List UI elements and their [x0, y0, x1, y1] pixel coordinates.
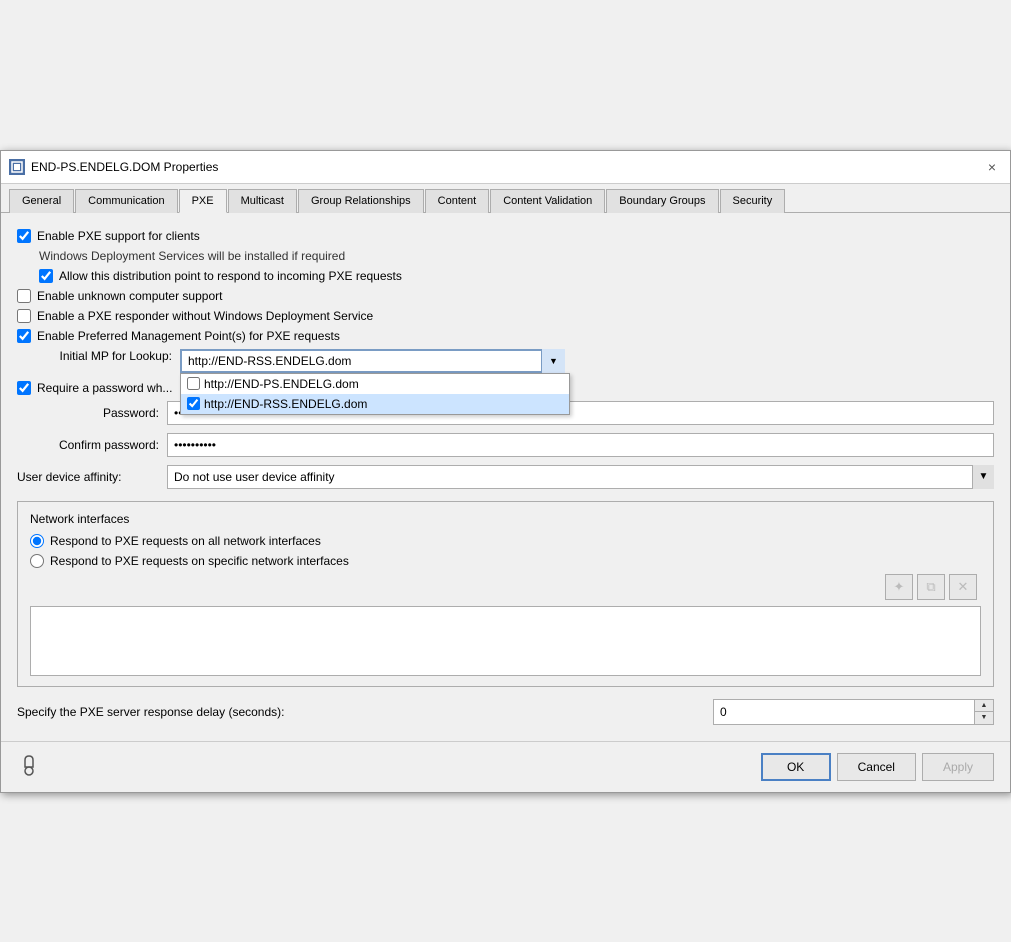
dropdown-item-ps-checkbox[interactable] — [187, 377, 200, 390]
enable-preferred-label: Enable Preferred Management Point(s) for… — [37, 329, 340, 343]
copy-icon: ⧉ — [926, 579, 935, 595]
initial-mp-dropdown-container: ▼ http://END-PS.ENDELG.dom http://END-RS… — [180, 349, 565, 373]
tab-general[interactable]: General — [9, 189, 74, 213]
dropdown-item-ps[interactable]: http://END-PS.ENDELG.dom — [181, 374, 569, 394]
help-icon — [17, 752, 41, 782]
tab-boundary-groups[interactable]: Boundary Groups — [606, 189, 718, 213]
copy-interface-button[interactable]: ⧉ — [917, 574, 945, 600]
window-title: END-PS.ENDELG.DOM Properties — [31, 160, 218, 174]
enable-responder-label: Enable a PXE responder without Windows D… — [37, 309, 373, 323]
add-icon: ✦ — [894, 579, 905, 595]
spinner-arrows: ▲ ▼ — [974, 700, 993, 724]
radio-all-label: Respond to PXE requests on all network i… — [50, 534, 321, 548]
enable-preferred-checkbox[interactable] — [17, 329, 31, 343]
initial-mp-label: Initial MP for Lookup: — [17, 349, 172, 363]
confirm-password-row: Confirm password: — [39, 433, 994, 457]
initial-mp-dropdown-popup: http://END-PS.ENDELG.dom http://END-RSS.… — [180, 373, 570, 415]
tab-security[interactable]: Security — [720, 189, 786, 213]
allow-respond-row: Allow this distribution point to respond… — [39, 269, 994, 283]
apply-button[interactable]: Apply — [922, 753, 994, 781]
tab-pxe[interactable]: PXE — [179, 189, 227, 213]
user-device-row: User device affinity: Do not use user de… — [17, 465, 994, 489]
pxe-content: Enable PXE support for clients Windows D… — [1, 213, 1010, 741]
confirm-password-input[interactable] — [167, 433, 994, 457]
ok-button[interactable]: OK — [761, 753, 831, 781]
wds-info-text: Windows Deployment Services will be inst… — [39, 249, 994, 263]
enable-pxe-row: Enable PXE support for clients — [17, 229, 994, 243]
dropdown-item-rss[interactable]: http://END-RSS.ENDELG.dom — [181, 394, 569, 414]
spinner-up-button[interactable]: ▲ — [975, 700, 993, 712]
cancel-button[interactable]: Cancel — [837, 753, 916, 781]
delay-input[interactable] — [714, 700, 974, 724]
title-bar-left: END-PS.ENDELG.DOM Properties — [9, 159, 218, 175]
enable-pxe-label: Enable PXE support for clients — [37, 229, 200, 243]
radio-specific-interfaces[interactable] — [30, 554, 44, 568]
radio-all-interfaces[interactable] — [30, 534, 44, 548]
tab-communication[interactable]: Communication — [75, 189, 177, 213]
footer-left — [17, 752, 41, 782]
delete-interface-button[interactable]: ✕ — [949, 574, 977, 600]
enable-responder-checkbox[interactable] — [17, 309, 31, 323]
radio-specific-label: Respond to PXE requests on specific netw… — [50, 554, 349, 568]
network-interfaces-group: Network interfaces Respond to PXE reques… — [17, 501, 994, 687]
tab-multicast[interactable]: Multicast — [228, 189, 297, 213]
delay-label: Specify the PXE server response delay (s… — [17, 705, 705, 719]
delete-icon: ✕ — [958, 579, 969, 595]
main-window: END-PS.ENDELG.DOM Properties × General C… — [0, 150, 1011, 793]
enable-responder-row: Enable a PXE responder without Windows D… — [17, 309, 994, 323]
user-device-select-container: Do not use user device affinity Allow us… — [167, 465, 994, 489]
network-toolbar: ✦ ⧉ ✕ — [30, 574, 981, 600]
enable-preferred-row: Enable Preferred Management Point(s) for… — [17, 329, 994, 343]
spinner-down-button[interactable]: ▼ — [975, 712, 993, 724]
enable-unknown-row: Enable unknown computer support — [17, 289, 994, 303]
dropdown-item-rss-label: http://END-RSS.ENDELG.dom — [204, 397, 367, 411]
enable-unknown-label: Enable unknown computer support — [37, 289, 222, 303]
initial-mp-row: Initial MP for Lookup: ▼ http://END-PS.E… — [17, 349, 994, 373]
dropdown-item-ps-label: http://END-PS.ENDELG.dom — [204, 377, 359, 391]
tab-content[interactable]: Content — [425, 189, 490, 213]
confirm-password-label: Confirm password: — [39, 438, 159, 452]
tab-bar: General Communication PXE Multicast Grou… — [1, 184, 1010, 213]
window-icon — [9, 159, 25, 175]
dropdown-item-rss-checkbox[interactable] — [187, 397, 200, 410]
user-device-label: User device affinity: — [17, 470, 157, 484]
allow-respond-checkbox[interactable] — [39, 269, 53, 283]
initial-mp-dropdown-arrow[interactable]: ▼ — [541, 349, 565, 373]
initial-mp-select-wrapper: ▼ — [180, 349, 565, 373]
tab-content-validation[interactable]: Content Validation — [490, 189, 605, 213]
chevron-down-icon: ▼ — [549, 356, 558, 366]
require-password-checkbox[interactable] — [17, 381, 31, 395]
network-interfaces-list — [30, 606, 981, 676]
require-password-label: Require a password wh... — [37, 381, 172, 395]
delay-row: Specify the PXE server response delay (s… — [17, 699, 994, 725]
radio-specific-row: Respond to PXE requests on specific netw… — [30, 554, 981, 568]
footer: OK Cancel Apply — [1, 741, 1010, 792]
initial-mp-input[interactable] — [180, 349, 565, 373]
network-interfaces-title: Network interfaces — [30, 512, 981, 526]
user-device-select[interactable]: Do not use user device affinity Allow us… — [167, 465, 994, 489]
footer-buttons: OK Cancel Apply — [761, 753, 994, 781]
enable-pxe-checkbox[interactable] — [17, 229, 31, 243]
password-label: Password: — [39, 406, 159, 420]
allow-respond-label: Allow this distribution point to respond… — [59, 269, 402, 283]
add-interface-button[interactable]: ✦ — [885, 574, 913, 600]
tab-group-relationships[interactable]: Group Relationships — [298, 189, 424, 213]
radio-all-row: Respond to PXE requests on all network i… — [30, 534, 981, 548]
delay-spinner-container: ▲ ▼ — [713, 699, 994, 725]
close-button[interactable]: × — [982, 157, 1002, 177]
title-bar: END-PS.ENDELG.DOM Properties × — [1, 151, 1010, 184]
enable-unknown-checkbox[interactable] — [17, 289, 31, 303]
